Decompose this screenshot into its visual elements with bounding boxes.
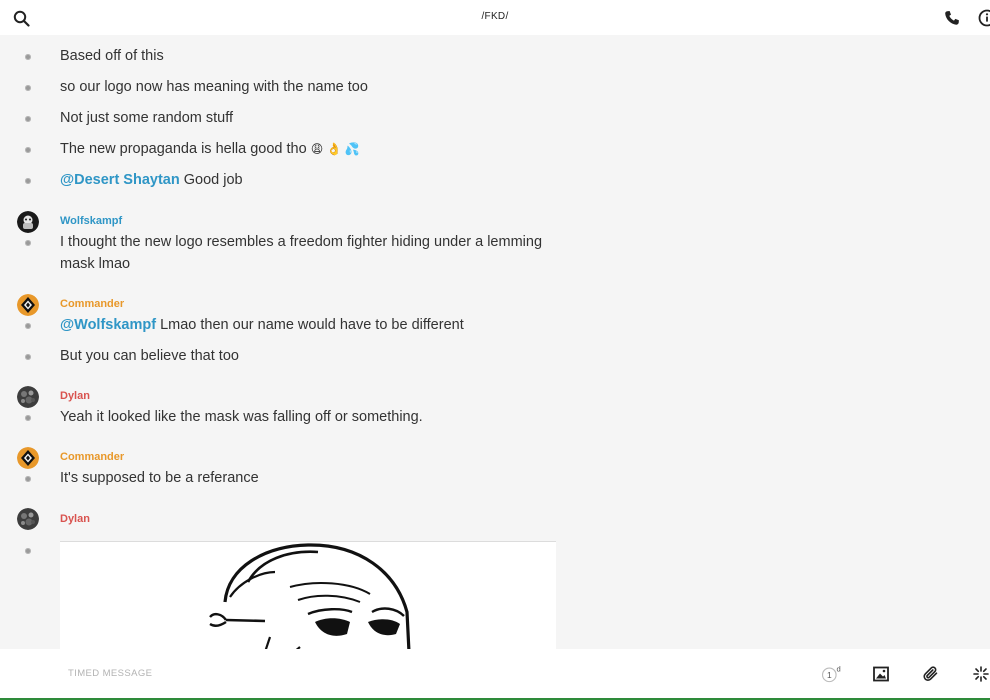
message-text: Yeah it looked like the mask was falling… <box>60 409 423 425</box>
author-name[interactable]: Wolfskampf <box>60 215 122 227</box>
avatar-wolfskampf[interactable] <box>17 211 39 233</box>
message-bullet <box>25 323 31 329</box>
message-bullet <box>25 116 31 122</box>
author-name[interactable]: Dylan <box>60 390 90 402</box>
message-body: Lmao then our name would have to be diff… <box>156 317 464 333</box>
top-bar: /FKD/ <box>0 0 990 35</box>
message-text: It's supposed to be a referance <box>60 470 259 486</box>
message-text: @Wolfskampf Lmao then our name would hav… <box>60 314 464 336</box>
message-text: so our logo now has meaning with the nam… <box>60 79 368 95</box>
author-name[interactable]: Commander <box>60 298 124 310</box>
message-text: The new propaganda is hella good tho 😩 👌… <box>60 138 360 160</box>
avatar-commander[interactable] <box>17 294 39 316</box>
sparkle-icon[interactable] <box>970 663 990 685</box>
info-icon[interactable] <box>976 7 990 29</box>
message-text: @Desert Shaytan Good job <box>60 169 243 191</box>
message-bullet <box>25 240 31 246</box>
message-bullet <box>25 476 31 482</box>
composer-bar: TIMED MESSAGE 1 d <box>0 649 990 698</box>
message-bullet <box>25 147 31 153</box>
message-text: Based off of this <box>60 48 164 64</box>
message-bullet <box>25 415 31 421</box>
phone-icon[interactable] <box>941 7 963 29</box>
image-icon[interactable] <box>870 663 892 685</box>
avatar-commander[interactable] <box>17 447 39 469</box>
conversation-title: /FKD/ <box>481 11 509 22</box>
message-bullet <box>25 85 31 91</box>
user-mention[interactable]: @Wolfskampf <box>60 317 156 333</box>
timer-value: 1 <box>827 670 832 680</box>
author-name[interactable]: Dylan <box>60 513 90 525</box>
paperclip-icon[interactable] <box>920 663 942 685</box>
message-text: Not just some random stuff <box>60 110 234 126</box>
avatar-dylan[interactable] <box>17 508 39 530</box>
message-bullet <box>25 548 31 554</box>
message-bullet <box>25 178 31 184</box>
user-mention[interactable]: @Desert Shaytan <box>60 172 180 188</box>
message-bullet <box>25 354 31 360</box>
author-name[interactable]: Commander <box>60 451 124 463</box>
avatar-dylan[interactable] <box>17 386 39 408</box>
timer-icon[interactable]: 1 d <box>820 663 842 685</box>
message-feed[interactable]: Based off of this so our logo now has me… <box>0 35 990 649</box>
timer-unit: d <box>836 664 840 673</box>
emoji-reaction: 😩 👌 💦 <box>310 142 360 156</box>
message-body: Good job <box>179 172 243 188</box>
message-text: I thought the new logo resembles a freed… <box>60 234 543 272</box>
image-attachment[interactable] <box>60 541 556 649</box>
message-bullet <box>25 54 31 60</box>
message-input[interactable]: TIMED MESSAGE <box>68 668 152 679</box>
message-text: But you can believe that too <box>60 348 239 364</box>
message-body: The new propaganda is hella good tho <box>60 141 307 157</box>
